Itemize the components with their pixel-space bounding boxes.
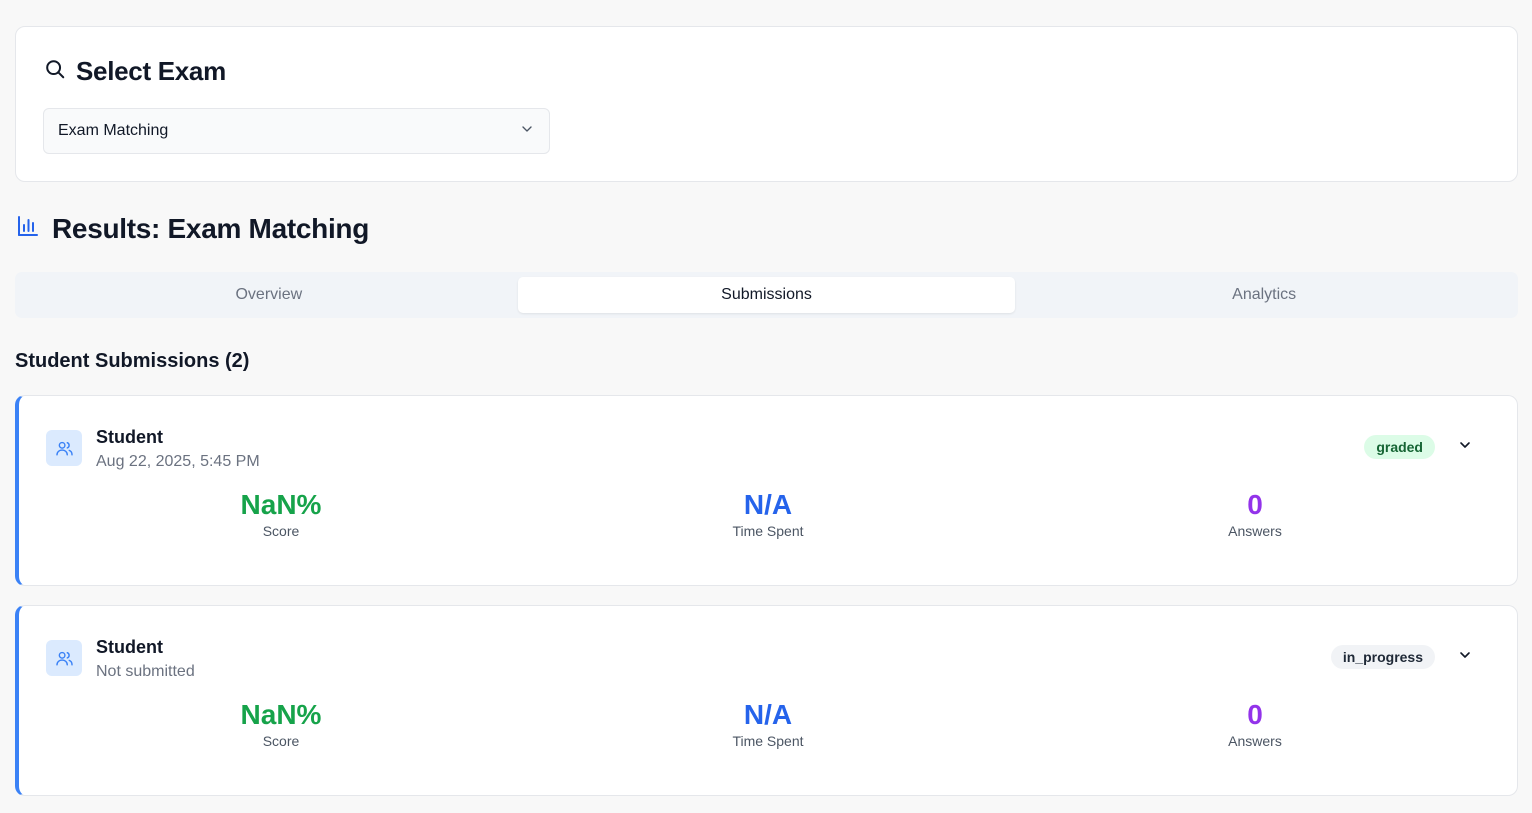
status-badge: graded bbox=[1364, 435, 1435, 459]
student-name: Student bbox=[96, 637, 163, 657]
tab-submissions[interactable]: Submissions bbox=[517, 277, 1016, 313]
tab-analytics[interactable]: Analytics bbox=[1015, 277, 1513, 313]
users-icon bbox=[46, 430, 82, 466]
select-exam-title: Select Exam bbox=[44, 55, 226, 87]
submission-card: Student Not submitted in_progress NaN% S… bbox=[15, 605, 1518, 796]
search-icon bbox=[44, 56, 66, 87]
select-exam-title-text: Select Exam bbox=[76, 55, 226, 86]
submission-date: Aug 22, 2025, 5:45 PM bbox=[96, 453, 260, 470]
answers-label: Answers bbox=[1228, 733, 1282, 749]
results-title: Results: Exam Matching bbox=[16, 212, 369, 246]
answers-label: Answers bbox=[1228, 523, 1282, 539]
answers-value: 0 bbox=[1247, 489, 1263, 520]
chevron-down-icon bbox=[519, 121, 535, 142]
users-icon bbox=[46, 640, 82, 676]
time-spent-stat: N/A Time Spent bbox=[668, 698, 868, 749]
submission-date: Not submitted bbox=[96, 663, 195, 680]
results-tabs: Overview Submissions Analytics bbox=[15, 272, 1518, 318]
time-spent-label: Time Spent bbox=[732, 523, 804, 539]
status-badge: in_progress bbox=[1330, 645, 1435, 669]
score-value: NaN% bbox=[240, 489, 322, 520]
score-stat: NaN% Score bbox=[181, 488, 381, 539]
submission-card: Student Aug 22, 2025, 5:45 PM graded NaN… bbox=[15, 395, 1518, 586]
answers-stat: 0 Answers bbox=[1155, 698, 1355, 749]
score-value: NaN% bbox=[240, 699, 322, 730]
time-spent-label: Time Spent bbox=[732, 733, 804, 749]
exam-select-value: Exam Matching bbox=[58, 122, 169, 139]
results-title-text: Results: Exam Matching bbox=[52, 213, 370, 244]
bar-chart-icon bbox=[16, 213, 40, 245]
time-spent-value: N/A bbox=[743, 489, 793, 520]
exam-select-dropdown[interactable]: Exam Matching bbox=[43, 108, 550, 154]
score-label: Score bbox=[262, 523, 300, 539]
answers-stat: 0 Answers bbox=[1155, 488, 1355, 539]
time-spent-stat: N/A Time Spent bbox=[668, 488, 868, 539]
expand-button[interactable] bbox=[1455, 647, 1475, 667]
score-label: Score bbox=[262, 733, 300, 749]
expand-button[interactable] bbox=[1455, 437, 1475, 457]
submissions-heading: Student Submissions (2) bbox=[15, 350, 250, 372]
chevron-down-icon bbox=[1457, 437, 1473, 458]
answers-value: 0 bbox=[1247, 699, 1263, 730]
time-spent-value: N/A bbox=[743, 699, 793, 730]
select-exam-card: Select Exam Exam Matching bbox=[15, 26, 1518, 182]
score-stat: NaN% Score bbox=[181, 698, 381, 749]
student-name: Student bbox=[96, 427, 163, 447]
tab-overview[interactable]: Overview bbox=[20, 277, 518, 313]
chevron-down-icon bbox=[1457, 647, 1473, 668]
